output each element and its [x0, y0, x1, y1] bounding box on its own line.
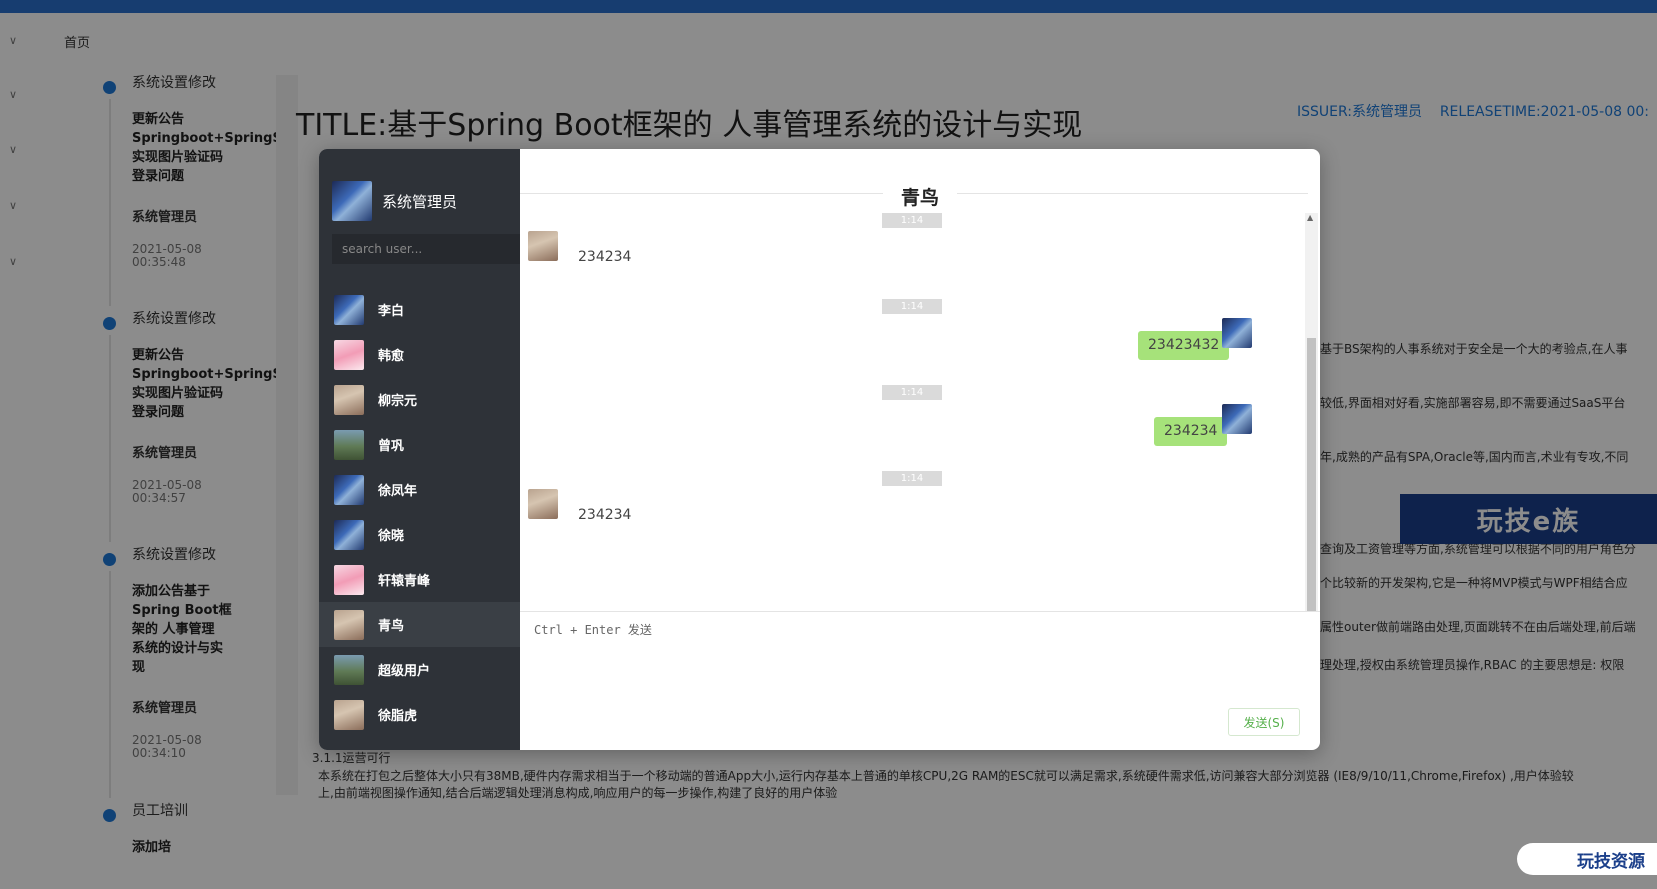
message-scrollbar[interactable]: ▲ — [1305, 213, 1318, 611]
avatar — [528, 231, 558, 261]
contact-name: 徐脂虎 — [378, 709, 418, 724]
avatar — [334, 654, 364, 685]
contact-name: 柳宗元 — [378, 394, 418, 409]
contact-item[interactable]: 徐凤年 — [319, 467, 520, 512]
avatar — [1222, 404, 1252, 434]
message-time: 1:14 — [882, 471, 942, 486]
contact-item[interactable]: 轩辕青峰 — [319, 557, 520, 602]
contact-item[interactable]: 青鸟 — [319, 602, 520, 647]
contact-item[interactable]: 曾巩 — [319, 422, 520, 467]
chat-peer-name: 青鸟 — [882, 187, 957, 209]
message-text: 234234 — [578, 507, 632, 523]
message-bubble: 23423432 — [1138, 331, 1230, 360]
chat-sidebar: 系统管理员 李白韩愈柳宗元曾巩徐凤年徐晓轩辕青峰青鸟超级用户徐脂虎 — [319, 149, 520, 750]
send-button[interactable]: 发送(S) — [1228, 708, 1300, 736]
message-list[interactable]: 1:14 234234 1:14 23423432 1:14 234234 1:… — [520, 213, 1305, 611]
contact-list: 李白韩愈柳宗元曾巩徐凤年徐晓轩辕青峰青鸟超级用户徐脂虎 — [319, 287, 520, 737]
message-text: 234234 — [578, 249, 632, 265]
scroll-thumb[interactable] — [1307, 338, 1316, 611]
contact-name: 曾巩 — [378, 439, 405, 454]
contact-name: 韩愈 — [378, 349, 405, 364]
contact-name: 轩辕青峰 — [378, 574, 431, 589]
chat-dialog: 系统管理员 李白韩愈柳宗元曾巩徐凤年徐晓轩辕青峰青鸟超级用户徐脂虎 青鸟 1:1… — [319, 149, 1320, 750]
avatar — [528, 489, 558, 519]
avatar — [1222, 318, 1252, 348]
input-divider — [520, 611, 1320, 612]
avatar — [334, 699, 364, 730]
contact-name: 李白 — [378, 304, 405, 319]
contact-item[interactable]: 韩愈 — [319, 332, 520, 377]
avatar — [334, 564, 364, 595]
watermark-badge: 玩技资源 — [1517, 843, 1657, 875]
search-user-input[interactable] — [332, 234, 520, 264]
scroll-up-icon[interactable]: ▲ — [1307, 213, 1313, 222]
message-bubble: 234234 — [1154, 417, 1228, 446]
contact-name: 超级用户 — [378, 664, 431, 679]
contact-name: 徐晓 — [378, 529, 405, 544]
current-user: 系统管理员 — [332, 181, 457, 221]
contact-name: 青鸟 — [378, 619, 405, 634]
contact-item[interactable]: 李白 — [319, 287, 520, 332]
contact-item[interactable]: 徐脂虎 — [319, 692, 520, 737]
chat-main: 青鸟 1:14 234234 1:14 23423432 1:14 234234… — [520, 149, 1320, 750]
avatar — [334, 609, 364, 640]
contact-item[interactable]: 柳宗元 — [319, 377, 520, 422]
message-time: 1:14 — [882, 299, 942, 314]
avatar — [334, 429, 364, 460]
avatar — [334, 519, 364, 550]
avatar — [334, 384, 364, 415]
avatar — [334, 294, 364, 325]
contact-item[interactable]: 徐晓 — [319, 512, 520, 557]
message-input[interactable] — [534, 621, 1304, 731]
avatar — [332, 181, 372, 221]
contact-name: 徐凤年 — [378, 484, 418, 499]
current-user-name: 系统管理员 — [382, 192, 458, 211]
avatar — [334, 474, 364, 505]
chat-header: 青鸟 — [520, 183, 1320, 209]
contact-item[interactable]: 超级用户 — [319, 647, 520, 692]
message-time: 1:14 — [882, 385, 942, 400]
avatar — [334, 339, 364, 370]
message-time: 1:14 — [882, 213, 942, 228]
